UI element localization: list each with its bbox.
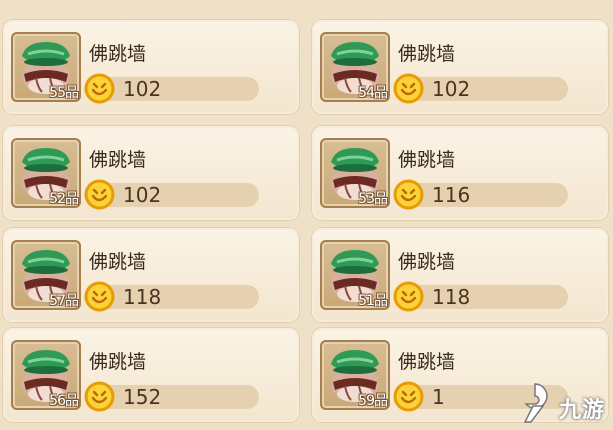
item-name: 佛跳墙 xyxy=(398,351,456,373)
item-name: 佛跳墙 xyxy=(89,351,147,373)
item-icon-frame[interactable]: 57品 xyxy=(11,240,81,310)
price-bar: 102 xyxy=(84,179,259,210)
price-bar: 102 xyxy=(84,73,259,104)
item-name: 佛跳墙 xyxy=(89,43,147,65)
item-grade: 59品 xyxy=(358,393,388,409)
item-price: 102 xyxy=(123,77,162,101)
item-grade: 55品 xyxy=(49,85,79,101)
gold-coin-icon xyxy=(84,381,115,412)
price-bar: 102 xyxy=(393,73,568,104)
watermark-text: 九游 xyxy=(558,398,605,423)
item-price: 102 xyxy=(432,77,471,101)
gold-coin-icon xyxy=(84,179,115,210)
item-grade: 52品 xyxy=(49,191,79,207)
item-icon-frame[interactable]: 51品 xyxy=(320,240,390,310)
gold-coin-icon xyxy=(393,179,424,210)
item-card[interactable]: 55品 佛跳墙 102 xyxy=(3,20,299,114)
gold-coin-icon xyxy=(84,73,115,104)
item-price: 116 xyxy=(432,183,471,207)
item-icon-frame[interactable]: 55品 xyxy=(11,32,81,102)
item-name: 佛跳墙 xyxy=(398,251,456,273)
gold-coin-icon xyxy=(84,281,115,312)
item-grade: 57品 xyxy=(49,293,79,309)
nine-game-logo-icon xyxy=(523,383,548,423)
item-name: 佛跳墙 xyxy=(398,149,456,171)
item-grade: 56品 xyxy=(49,393,79,409)
price-bar: 116 xyxy=(393,179,568,210)
item-grid: 55品 佛跳墙 102 54品 佛跳墙 102 52品 佛跳墙 102 53品 … xyxy=(0,0,613,430)
item-name: 佛跳墙 xyxy=(398,43,456,65)
gold-coin-icon xyxy=(393,381,424,412)
item-card[interactable]: 53品 佛跳墙 116 xyxy=(312,126,608,220)
item-icon-frame[interactable]: 59品 xyxy=(320,340,390,410)
item-name: 佛跳墙 xyxy=(89,251,147,273)
item-icon-frame[interactable]: 52品 xyxy=(11,138,81,208)
price-bar: 152 xyxy=(84,381,259,412)
item-icon-frame[interactable]: 54品 xyxy=(320,32,390,102)
item-price: 102 xyxy=(123,183,162,207)
gold-coin-icon xyxy=(393,281,424,312)
item-icon-frame[interactable]: 53品 xyxy=(320,138,390,208)
item-price: 118 xyxy=(432,285,471,309)
item-icon-frame[interactable]: 56品 xyxy=(11,340,81,410)
item-card[interactable]: 51品 佛跳墙 118 xyxy=(312,228,608,322)
item-card[interactable]: 52品 佛跳墙 102 xyxy=(3,126,299,220)
item-name: 佛跳墙 xyxy=(89,149,147,171)
item-grade: 51品 xyxy=(358,293,388,309)
item-grade: 54品 xyxy=(358,85,388,101)
item-price: 118 xyxy=(123,285,162,309)
item-card[interactable]: 56品 佛跳墙 152 xyxy=(3,328,299,422)
price-bar: 118 xyxy=(84,281,259,312)
item-price: 1 xyxy=(432,385,445,409)
item-grade: 53品 xyxy=(358,191,388,207)
gold-coin-icon xyxy=(393,73,424,104)
item-price: 152 xyxy=(123,385,162,409)
item-card[interactable]: 57品 佛跳墙 118 xyxy=(3,228,299,322)
item-card[interactable]: 54品 佛跳墙 102 xyxy=(312,20,608,114)
price-bar: 118 xyxy=(393,281,568,312)
watermark: 九游 xyxy=(513,376,609,430)
